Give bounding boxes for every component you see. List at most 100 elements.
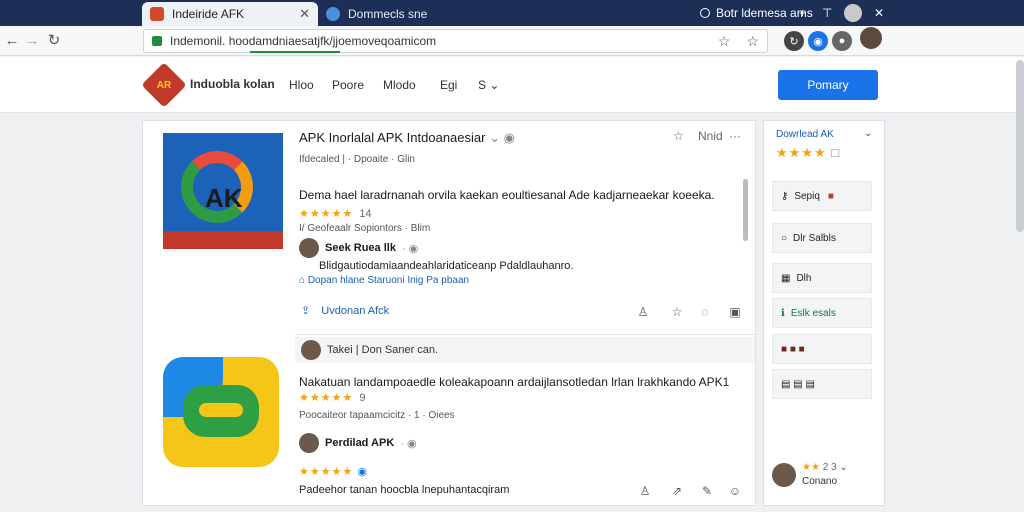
extension-grey-icon[interactable]: ● — [832, 31, 852, 51]
extension-icon[interactable]: ↻ — [784, 31, 804, 51]
account-avatar[interactable] — [844, 0, 862, 26]
post-user[interactable]: Seek Ruea llk · ◉ — [299, 238, 418, 258]
sidebar-item-2[interactable]: ○ Dlr Salbls — [772, 223, 872, 253]
tab-inactive[interactable]: Dommecls sne — [320, 2, 520, 26]
post-user-name: Seek Ruea llk — [325, 242, 396, 254]
globe-icon — [700, 8, 710, 18]
sidebar-item-6[interactable]: ▤ ▤ ▤ — [772, 369, 872, 399]
comment-icon[interactable]: ◌ — [697, 304, 713, 320]
sidebar-item-1[interactable]: ⚷ Sepiq ■ — [772, 181, 872, 211]
post-body: Dema hael laradrnanah orvila kaekan eoul… — [299, 188, 715, 202]
right-sidebar: Dowrlead AK ⌄ ★★★★ □ ⚷ Sepiq ■ ○ Dlr Sal… — [763, 120, 885, 506]
profile-avatar[interactable] — [860, 27, 882, 49]
post2-user[interactable]: Perdilad APK · ◉ — [299, 433, 417, 453]
menu-item-3[interactable]: Mlodo — [383, 78, 416, 92]
post-rating: ★★★★★ 14 — [299, 208, 372, 220]
post-title[interactable]: APK Inorlalal APK Intdoanaesiar ⌄ ◉ — [299, 130, 515, 146]
sidebar-rating: ★★★★ □ — [776, 145, 841, 160]
new-tab-icon[interactable]: + — [799, 0, 806, 26]
post2-rating: ★★★★★ 9 — [299, 392, 366, 404]
menu-item-5-label: S — [478, 78, 487, 92]
post-desc-2-text: Dopan hlane Staruoni Inig Pa pbaan — [307, 275, 470, 286]
menu-item-5[interactable]: S ⌄ — [478, 78, 499, 92]
key-icon: ⚷ — [781, 190, 789, 202]
post-desc-2: ⌂ Dopan hlane Staruoni Inig Pa pbaan — [299, 275, 470, 286]
tab-active-title: Indeiride AFK — [172, 7, 245, 21]
sidebar-user-rating: ★★ 2 3 ⌄ — [802, 462, 848, 473]
post-title-text: APK Inorlalal APK Intdoanaesiar — [299, 130, 486, 145]
post2-rating-row: ★★★★★ ◉ — [299, 466, 368, 478]
favorite-star-icon[interactable]: ☆ — [673, 129, 684, 143]
window-close-icon[interactable]: ✕ — [874, 0, 884, 26]
share-icon[interactable]: ☆ — [669, 304, 685, 320]
tab-strip: Indeiride AFK ✕ Dommecls sne Botr ldemes… — [0, 0, 1024, 26]
user-avatar — [299, 238, 319, 258]
sidebar-item-3-label: Dlh — [796, 272, 812, 284]
search-icon: ○ — [781, 232, 788, 244]
sidebar-user[interactable]: ★★ 2 3 ⌄ Conano — [772, 461, 848, 489]
card-scrollbar[interactable] — [743, 179, 748, 241]
site-name[interactable]: Induobla kolan — [190, 77, 275, 91]
tab-favicon-icon — [326, 7, 340, 21]
post2-body: Nakatuan landampoaedle koleakapoann arda… — [299, 375, 730, 389]
post2-share-icon[interactable]: ⇗ — [669, 483, 685, 499]
download-link[interactable]: ⇪ Uvdonan Afck — [301, 304, 389, 317]
post2-rating-count: 9 — [359, 392, 366, 404]
more-options-icon[interactable]: ··· — [729, 129, 741, 143]
post-divider — [295, 334, 755, 335]
save-icon[interactable]: ▣ — [727, 304, 743, 320]
menu-item-1[interactable]: Hloo — [289, 78, 314, 92]
sidebar-item-1-badge-icon: ■ — [827, 190, 834, 202]
page-scrollbar[interactable] — [1016, 60, 1024, 232]
share-icon[interactable]: ☆ — [718, 33, 731, 50]
post-meta-2: I/ Geofeaalr Sopiontors · Blim — [299, 223, 431, 234]
post-meta: Ifdecaled | · Dpoaite · Glin — [299, 154, 415, 165]
bookmark-star-icon[interactable]: ☆ — [746, 33, 759, 50]
tab-active[interactable]: Indeiride AFK ✕ — [142, 2, 318, 26]
reload-icon[interactable]: ↻ — [44, 31, 64, 51]
post2-edit-icon[interactable]: ✎ — [699, 483, 715, 499]
sidebar-item-1-label: Sepiq — [794, 190, 820, 202]
chevron-down-icon: ⌄ — [489, 78, 500, 92]
sidebar-item-2-label: Dlr Salbls — [793, 232, 836, 244]
sidebar-user-name: Conano — [802, 476, 838, 487]
menu-item-2[interactable]: Poore — [332, 78, 364, 92]
navigation-bar: ← → ↻ Indemonil. hoodamdniaesatjfk/jjoem… — [0, 26, 1024, 56]
address-bar[interactable]: Indemonil. hoodamdniaesatjfk/jjoemoveqoa… — [143, 29, 768, 53]
app-icon-apk[interactable]: AK — [163, 133, 283, 249]
user-verified-icon: · ◉ — [401, 242, 419, 255]
more-label[interactable]: Nnid — [698, 129, 723, 143]
download-link-text: Uvdonan Afck — [321, 305, 390, 317]
tab-right-title-wrap[interactable]: Botr ldemesa ams — [700, 0, 813, 26]
tab-inactive-title: Dommecls sne — [348, 7, 428, 21]
post2-meta: Poocaiteor tapaamcicitz · 1 · Oiees — [299, 410, 455, 421]
post2-like-icon[interactable]: ♙ — [637, 483, 653, 499]
sidebar-item-4-label: Eslk esals — [790, 307, 836, 319]
sidebar-item-5[interactable]: ■ ■ ■ — [772, 334, 872, 364]
like-icon[interactable]: ♙ — [635, 304, 651, 320]
sidebar-heading[interactable]: Dowrlead AK — [776, 129, 834, 140]
app-icon-car[interactable] — [163, 357, 279, 467]
sidebar-user-rating-value: 2 3 — [822, 462, 837, 473]
sidebar-user-chevron-icon: ⌄ — [839, 462, 848, 473]
sidebar-item-3[interactable]: ▦ Dlh — [772, 263, 872, 293]
post2-chat-icon[interactable]: ☺ — [727, 483, 743, 499]
pin-icon[interactable]: ⊤ — [822, 0, 832, 26]
primary-button[interactable]: Pomary — [778, 70, 878, 100]
loading-indicator — [250, 51, 340, 53]
extension-blue-icon[interactable]: ◉ — [808, 31, 828, 51]
badge-icon: ◉ — [357, 466, 368, 478]
post-desc: Blidgautiodamiaandeahlaridaticeanp Pdald… — [319, 260, 574, 272]
site-header: AR Induobla kolan Hloo Poore Mlodo Egi S… — [0, 57, 1024, 113]
sidebar-chevron-down-icon[interactable]: ⌄ — [864, 128, 872, 139]
app-logo-stripe — [163, 231, 283, 249]
tab-close-icon[interactable]: ✕ — [299, 6, 310, 22]
menu-item-4[interactable]: Egi — [440, 78, 457, 92]
info-icon: ℹ — [781, 307, 785, 319]
post-rating-count: 14 — [359, 208, 372, 220]
forward-icon[interactable]: → — [22, 31, 42, 51]
secure-lock-icon — [152, 36, 162, 46]
sidebar-item-4[interactable]: ℹ Eslk esals — [772, 298, 872, 328]
comment-strip[interactable]: Takei | Don Saner can. — [295, 337, 755, 363]
back-icon[interactable]: ← — [2, 31, 22, 51]
